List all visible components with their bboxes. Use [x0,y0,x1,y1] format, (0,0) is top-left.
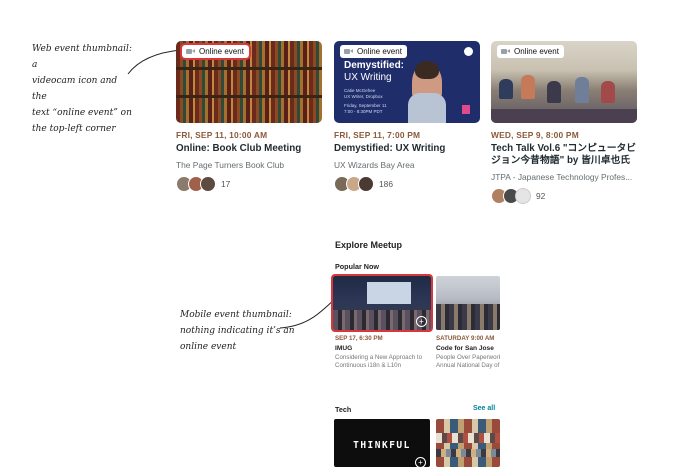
online-event-badge: Online event [180,43,251,60]
attendees: 92 [491,188,637,204]
desc-line: Annual National Day of [436,362,500,369]
mobile-event-title[interactable]: IMUG [335,345,352,352]
avatar [515,188,531,204]
mobile-annotation: Mobile event thumbnail: nothing indicati… [180,307,298,355]
mobile-event-thumbnail[interactable]: THINKFUL + [334,419,430,467]
event-thumbnail[interactable]: Online event [176,41,322,123]
thumb-subheading: UX Writing [344,72,392,83]
mobile-event-thumbnail[interactable]: + [331,274,433,332]
photo-collage [436,449,500,457]
badge-label: Online event [357,47,402,56]
speaker-photo [408,61,446,123]
event-title[interactable]: Online: Book Club Meeting [176,143,322,155]
brand-tag-icon [462,105,470,114]
event-thumbnail[interactable]: Online event [491,41,637,123]
attendee-count: 92 [536,191,546,201]
event-date: WED, SEP 9, 8:00 PM [491,130,579,140]
mobile-event-desc: Considering a New Approach to Continuous… [335,354,431,370]
event-date: FRI, SEP 11, 7:00 PM [334,130,421,140]
event-title[interactable]: Tech Talk Vol.6 "コンピュータビジョン今昔物語" by 皆川卓也… [491,143,637,167]
thumb-heading: Demystified: [344,60,405,71]
event-title[interactable]: Demystified: UX Writing [334,143,480,155]
explore-heading: Explore Meetup [335,240,403,250]
mobile-event-thumbnail[interactable] [436,419,500,467]
attendee-count: 17 [221,179,231,189]
event-thumbnail[interactable]: Online event Demystified: UX Writing Cat… [334,41,480,123]
mobile-event-date: SEP 17, 6:30 PM [335,335,383,342]
avatar [200,176,216,192]
videocam-icon [344,48,353,55]
annotation-line: Mobile event thumbnail: [180,310,292,320]
event-card[interactable]: Online event WED, SEP 9, 8:00 PM Tech Ta… [491,41,637,204]
annotation-line: nothing indicating it’s an [180,326,295,336]
attendees: 17 [176,176,322,192]
mobile-event-desc: People Over Paperwork Annual National Da… [436,354,500,370]
see-all-link[interactable]: See all [473,405,495,412]
desc-line: People Over Paperwork [436,354,500,361]
videocam-icon [186,48,195,55]
event-card[interactable]: Online event Demystified: UX Writing Cat… [334,41,480,192]
photo-collage [436,433,500,443]
online-event-badge: Online event [340,45,407,58]
mobile-event-title[interactable]: Code for San Jose [436,345,494,352]
web-arrow [127,49,182,75]
thumb-speaker-role: UX Writer, Dropbox [344,94,383,99]
add-icon[interactable]: + [415,457,426,467]
projector-screen [367,282,411,304]
thumb-speaker: Catie McGehee [344,88,376,93]
attendee-count: 186 [379,179,393,189]
event-group[interactable]: JTPA - Japanese Technology Profes... [491,172,637,182]
online-event-badge: Online event [497,45,564,58]
thumb-when: Friday, September 11 [344,103,387,108]
brand-logo-icon [464,47,473,56]
event-group[interactable]: UX Wizards Bay Area [334,160,480,170]
videocam-icon [501,48,510,55]
thinkful-logo: THINKFUL [353,440,411,451]
annotation-line: online event [180,342,237,352]
thumb-time: 7:00 - 8:30PM PDT [344,109,383,114]
mobile-event-thumbnail[interactable] [436,276,500,330]
add-icon[interactable]: + [416,316,427,327]
attendees: 186 [334,176,480,192]
tech-section-label: Tech [335,405,352,414]
avatar [358,176,374,192]
event-date: FRI, SEP 11, 10:00 AM [176,130,268,140]
event-card[interactable]: Online event FRI, SEP 11, 10:00 AM Onlin… [176,41,322,192]
badge-label: Online event [199,47,244,56]
badge-label: Online event [514,47,559,56]
mobile-event-date: SATURDAY 9:00 AM [436,335,495,342]
popular-now-label: Popular Now [335,262,379,271]
desc-line: Continuous i18n & L10n [335,362,402,369]
event-group[interactable]: The Page Turners Book Club [176,160,322,170]
desc-line: Considering a New Approach to [335,354,423,361]
group-photo [436,304,500,330]
